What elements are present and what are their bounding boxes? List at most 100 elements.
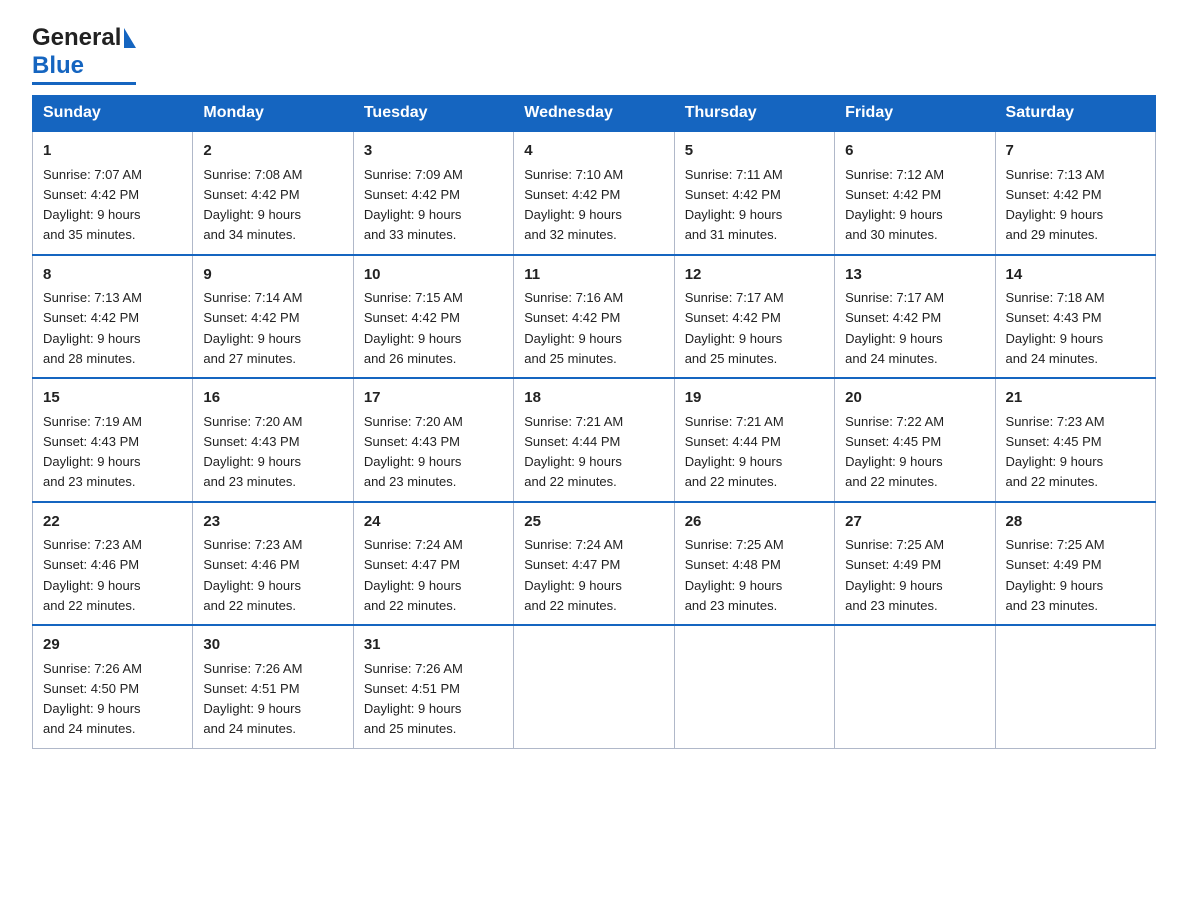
- calendar-day-cell: 25 Sunrise: 7:24 AMSunset: 4:47 PMDaylig…: [514, 502, 674, 626]
- calendar-day-cell: [674, 625, 834, 748]
- day-number: 11: [524, 264, 663, 287]
- calendar-day-cell: [514, 625, 674, 748]
- calendar-day-cell: 19 Sunrise: 7:21 AMSunset: 4:44 PMDaylig…: [674, 378, 834, 502]
- calendar-day-cell: 20 Sunrise: 7:22 AMSunset: 4:45 PMDaylig…: [835, 378, 995, 502]
- day-info: Sunrise: 7:09 AMSunset: 4:42 PMDaylight:…: [364, 167, 463, 243]
- calendar-day-cell: 27 Sunrise: 7:25 AMSunset: 4:49 PMDaylig…: [835, 502, 995, 626]
- logo-general-word: General: [32, 24, 121, 52]
- logo-blue-line-row: Blue: [32, 52, 84, 80]
- day-number: 13: [845, 264, 984, 287]
- calendar-week-row: 22 Sunrise: 7:23 AMSunset: 4:46 PMDaylig…: [33, 502, 1156, 626]
- calendar-day-cell: 18 Sunrise: 7:21 AMSunset: 4:44 PMDaylig…: [514, 378, 674, 502]
- logo-line: [32, 82, 136, 85]
- page-header: General Blue: [32, 24, 1156, 85]
- calendar-header-row: SundayMondayTuesdayWednesdayThursdayFrid…: [33, 96, 1156, 132]
- day-number: 23: [203, 511, 342, 534]
- calendar-day-cell: 24 Sunrise: 7:24 AMSunset: 4:47 PMDaylig…: [353, 502, 513, 626]
- logo-flag-icon: [124, 28, 136, 48]
- day-number: 21: [1006, 387, 1145, 410]
- day-info: Sunrise: 7:24 AMSunset: 4:47 PMDaylight:…: [364, 537, 463, 613]
- day-number: 9: [203, 264, 342, 287]
- day-info: Sunrise: 7:10 AMSunset: 4:42 PMDaylight:…: [524, 167, 623, 243]
- day-of-week-tuesday: Tuesday: [353, 96, 513, 132]
- logo-wordmark: General: [32, 24, 136, 52]
- day-number: 30: [203, 634, 342, 657]
- day-number: 15: [43, 387, 182, 410]
- day-of-week-friday: Friday: [835, 96, 995, 132]
- day-info: Sunrise: 7:18 AMSunset: 4:43 PMDaylight:…: [1006, 290, 1105, 366]
- calendar-day-cell: 15 Sunrise: 7:19 AMSunset: 4:43 PMDaylig…: [33, 378, 193, 502]
- day-number: 2: [203, 140, 342, 163]
- day-info: Sunrise: 7:15 AMSunset: 4:42 PMDaylight:…: [364, 290, 463, 366]
- calendar-day-cell: 23 Sunrise: 7:23 AMSunset: 4:46 PMDaylig…: [193, 502, 353, 626]
- day-number: 25: [524, 511, 663, 534]
- day-info: Sunrise: 7:25 AMSunset: 4:49 PMDaylight:…: [1006, 537, 1105, 613]
- day-number: 10: [364, 264, 503, 287]
- day-info: Sunrise: 7:26 AMSunset: 4:51 PMDaylight:…: [364, 661, 463, 737]
- day-info: Sunrise: 7:21 AMSunset: 4:44 PMDaylight:…: [524, 414, 623, 490]
- day-number: 20: [845, 387, 984, 410]
- day-info: Sunrise: 7:08 AMSunset: 4:42 PMDaylight:…: [203, 167, 302, 243]
- day-of-week-monday: Monday: [193, 96, 353, 132]
- day-number: 8: [43, 264, 182, 287]
- day-info: Sunrise: 7:23 AMSunset: 4:46 PMDaylight:…: [203, 537, 302, 613]
- day-number: 1: [43, 140, 182, 163]
- day-number: 17: [364, 387, 503, 410]
- day-info: Sunrise: 7:13 AMSunset: 4:42 PMDaylight:…: [43, 290, 142, 366]
- day-info: Sunrise: 7:23 AMSunset: 4:45 PMDaylight:…: [1006, 414, 1105, 490]
- day-info: Sunrise: 7:13 AMSunset: 4:42 PMDaylight:…: [1006, 167, 1105, 243]
- calendar-day-cell: 13 Sunrise: 7:17 AMSunset: 4:42 PMDaylig…: [835, 255, 995, 379]
- calendar-day-cell: 6 Sunrise: 7:12 AMSunset: 4:42 PMDayligh…: [835, 131, 995, 255]
- day-info: Sunrise: 7:20 AMSunset: 4:43 PMDaylight:…: [203, 414, 302, 490]
- logo: General Blue: [32, 24, 136, 85]
- calendar-day-cell: 21 Sunrise: 7:23 AMSunset: 4:45 PMDaylig…: [995, 378, 1155, 502]
- day-number: 27: [845, 511, 984, 534]
- day-number: 22: [43, 511, 182, 534]
- day-info: Sunrise: 7:20 AMSunset: 4:43 PMDaylight:…: [364, 414, 463, 490]
- calendar-day-cell: 26 Sunrise: 7:25 AMSunset: 4:48 PMDaylig…: [674, 502, 834, 626]
- day-number: 28: [1006, 511, 1145, 534]
- calendar-day-cell: 8 Sunrise: 7:13 AMSunset: 4:42 PMDayligh…: [33, 255, 193, 379]
- day-info: Sunrise: 7:21 AMSunset: 4:44 PMDaylight:…: [685, 414, 784, 490]
- day-number: 7: [1006, 140, 1145, 163]
- day-info: Sunrise: 7:07 AMSunset: 4:42 PMDaylight:…: [43, 167, 142, 243]
- calendar-day-cell: 7 Sunrise: 7:13 AMSunset: 4:42 PMDayligh…: [995, 131, 1155, 255]
- calendar-day-cell: 14 Sunrise: 7:18 AMSunset: 4:43 PMDaylig…: [995, 255, 1155, 379]
- day-of-week-thursday: Thursday: [674, 96, 834, 132]
- day-number: 16: [203, 387, 342, 410]
- calendar-day-cell: 2 Sunrise: 7:08 AMSunset: 4:42 PMDayligh…: [193, 131, 353, 255]
- calendar-day-cell: 31 Sunrise: 7:26 AMSunset: 4:51 PMDaylig…: [353, 625, 513, 748]
- calendar-day-cell: [995, 625, 1155, 748]
- day-info: Sunrise: 7:26 AMSunset: 4:51 PMDaylight:…: [203, 661, 302, 737]
- calendar-day-cell: 17 Sunrise: 7:20 AMSunset: 4:43 PMDaylig…: [353, 378, 513, 502]
- day-number: 29: [43, 634, 182, 657]
- day-info: Sunrise: 7:17 AMSunset: 4:42 PMDaylight:…: [685, 290, 784, 366]
- day-info: Sunrise: 7:24 AMSunset: 4:47 PMDaylight:…: [524, 537, 623, 613]
- day-number: 3: [364, 140, 503, 163]
- calendar-day-cell: 29 Sunrise: 7:26 AMSunset: 4:50 PMDaylig…: [33, 625, 193, 748]
- day-info: Sunrise: 7:26 AMSunset: 4:50 PMDaylight:…: [43, 661, 142, 737]
- day-info: Sunrise: 7:17 AMSunset: 4:42 PMDaylight:…: [845, 290, 944, 366]
- calendar-week-row: 8 Sunrise: 7:13 AMSunset: 4:42 PMDayligh…: [33, 255, 1156, 379]
- day-number: 19: [685, 387, 824, 410]
- day-number: 26: [685, 511, 824, 534]
- calendar-day-cell: 16 Sunrise: 7:20 AMSunset: 4:43 PMDaylig…: [193, 378, 353, 502]
- day-number: 24: [364, 511, 503, 534]
- day-number: 4: [524, 140, 663, 163]
- calendar-day-cell: 1 Sunrise: 7:07 AMSunset: 4:42 PMDayligh…: [33, 131, 193, 255]
- calendar-day-cell: 22 Sunrise: 7:23 AMSunset: 4:46 PMDaylig…: [33, 502, 193, 626]
- calendar-day-cell: 9 Sunrise: 7:14 AMSunset: 4:42 PMDayligh…: [193, 255, 353, 379]
- day-info: Sunrise: 7:14 AMSunset: 4:42 PMDaylight:…: [203, 290, 302, 366]
- calendar-day-cell: 3 Sunrise: 7:09 AMSunset: 4:42 PMDayligh…: [353, 131, 513, 255]
- calendar-week-row: 1 Sunrise: 7:07 AMSunset: 4:42 PMDayligh…: [33, 131, 1156, 255]
- calendar-day-cell: 11 Sunrise: 7:16 AMSunset: 4:42 PMDaylig…: [514, 255, 674, 379]
- day-info: Sunrise: 7:25 AMSunset: 4:48 PMDaylight:…: [685, 537, 784, 613]
- logo-blue-word: Blue: [32, 52, 84, 79]
- day-of-week-saturday: Saturday: [995, 96, 1155, 132]
- day-info: Sunrise: 7:22 AMSunset: 4:45 PMDaylight:…: [845, 414, 944, 490]
- day-number: 12: [685, 264, 824, 287]
- calendar-day-cell: 10 Sunrise: 7:15 AMSunset: 4:42 PMDaylig…: [353, 255, 513, 379]
- day-of-week-sunday: Sunday: [33, 96, 193, 132]
- day-info: Sunrise: 7:11 AMSunset: 4:42 PMDaylight:…: [685, 167, 783, 243]
- day-number: 18: [524, 387, 663, 410]
